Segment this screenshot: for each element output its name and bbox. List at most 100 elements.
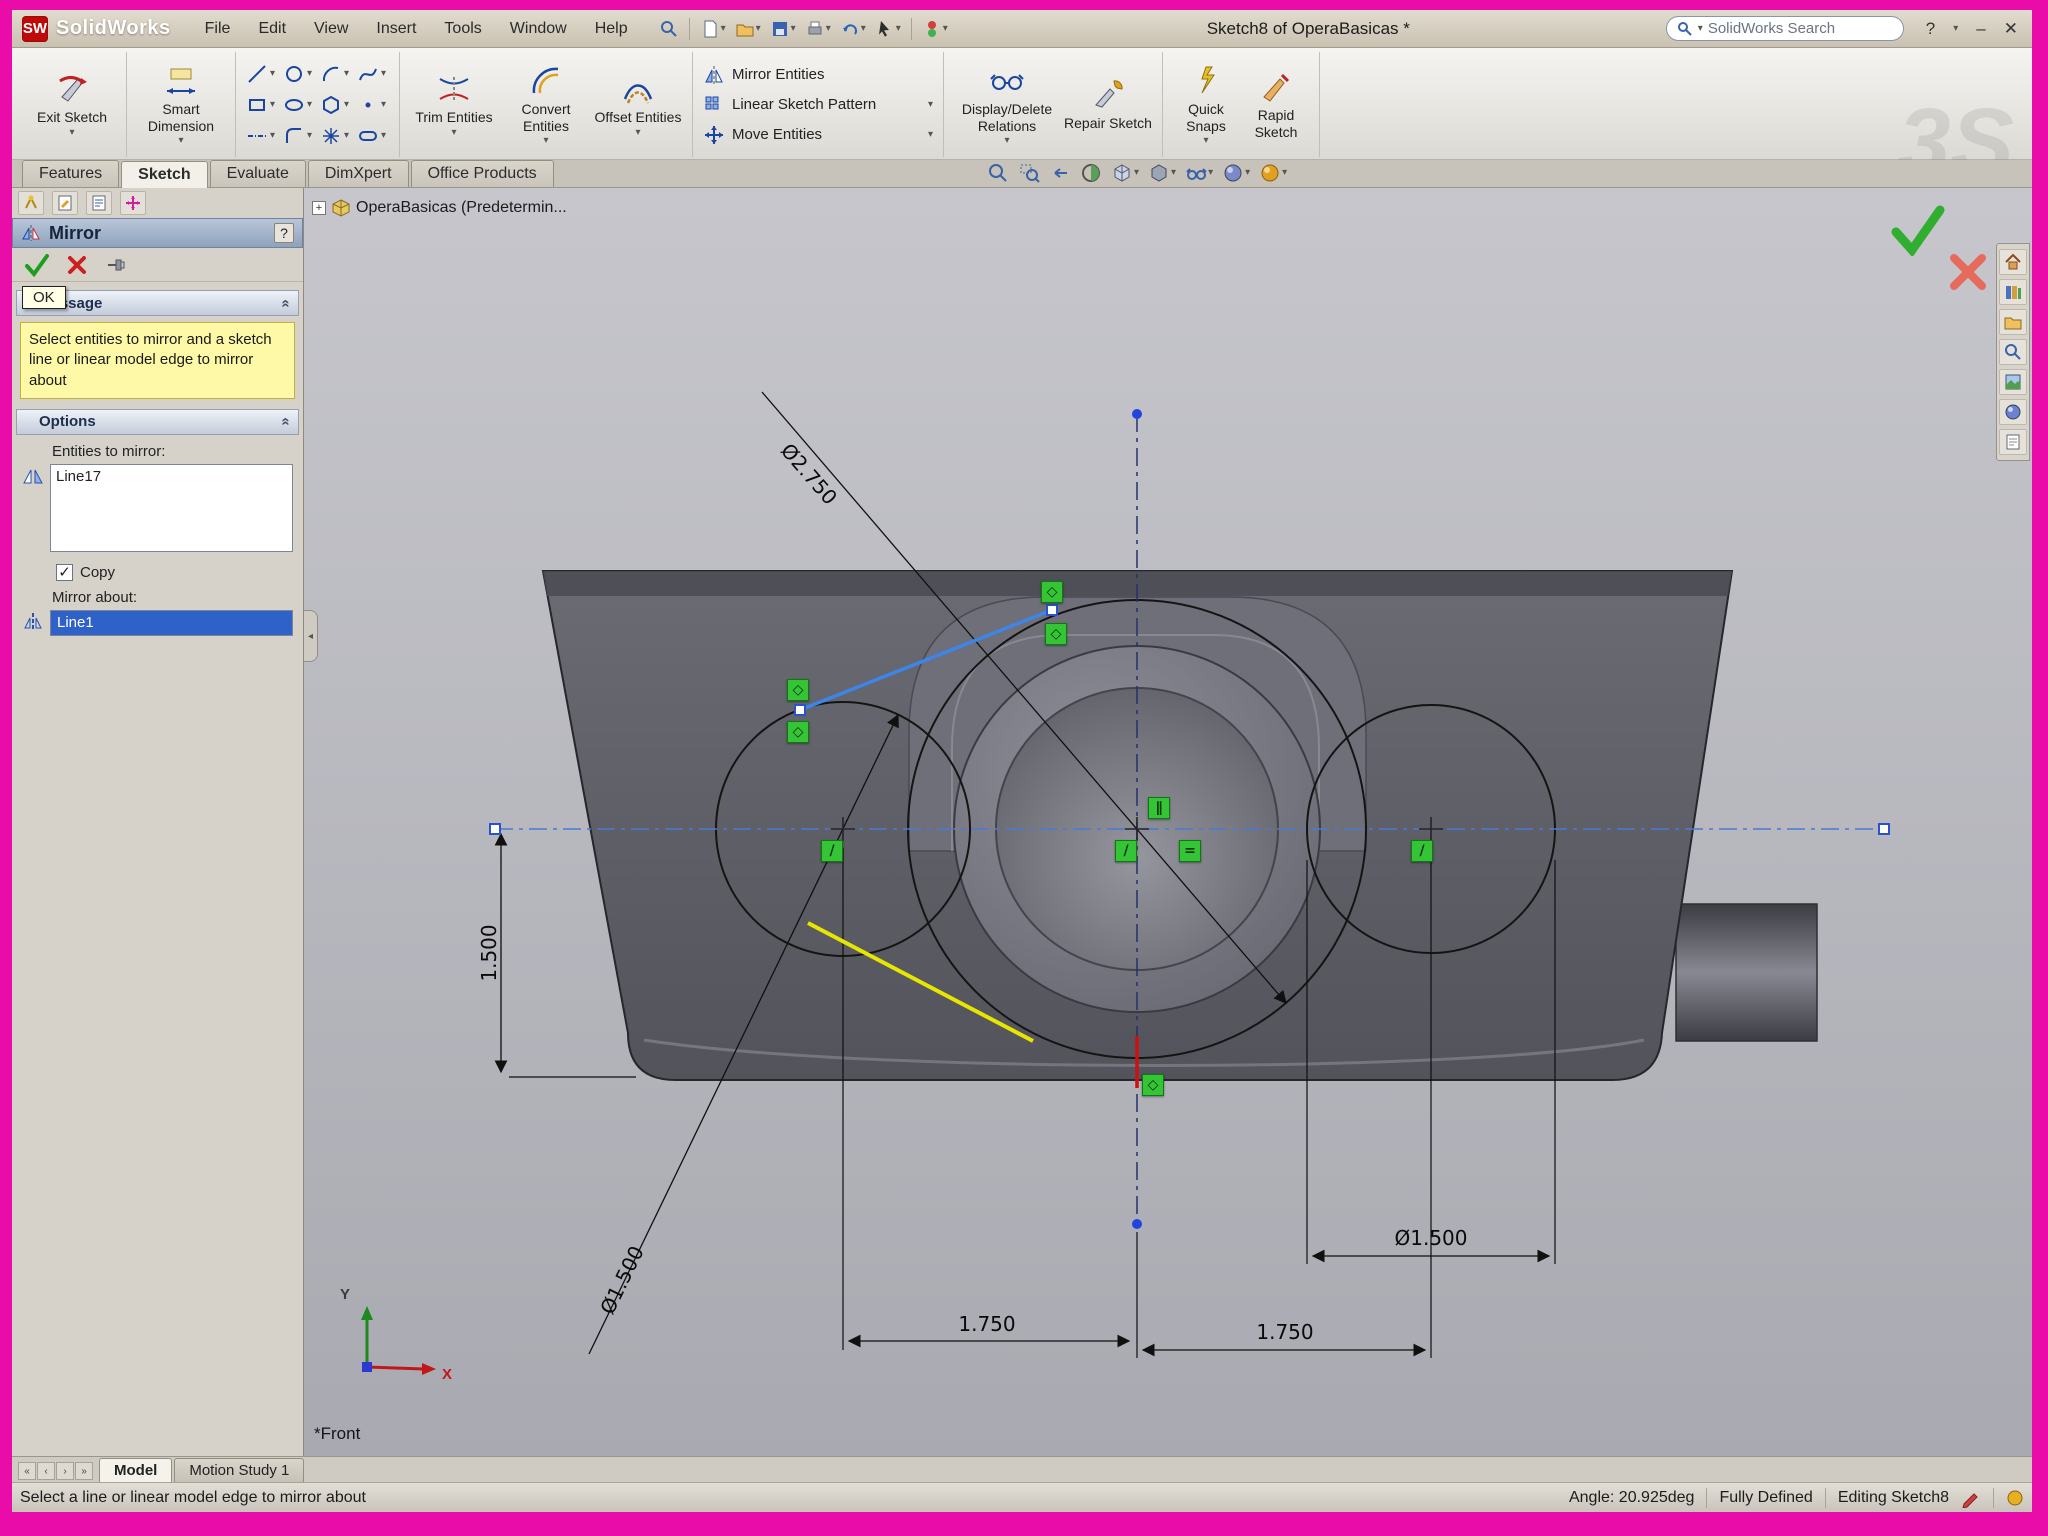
view-orientation-button[interactable]: ▾ <box>1111 162 1139 184</box>
entities-to-mirror-list[interactable]: Line17 <box>50 464 293 552</box>
edit-appearance-button[interactable]: ▾ <box>1222 162 1250 184</box>
quick-snaps-button[interactable]: Quick Snaps ▾ <box>1171 60 1241 148</box>
tab-sketch[interactable]: Sketch <box>121 161 207 188</box>
menu-tools[interactable]: Tools <box>432 17 493 41</box>
line-tool[interactable]: ▾ <box>244 63 280 85</box>
resources-home-icon[interactable] <box>1999 249 2027 275</box>
help-caret-icon[interactable]: ▾ <box>1949 24 1962 34</box>
open-document-button[interactable]: ▾ <box>732 17 764 41</box>
collapse-icon[interactable]: « <box>277 418 294 426</box>
relation-icon-coincident-right[interactable]: / <box>1411 840 1433 862</box>
undo-button[interactable]: ▾ <box>837 17 869 41</box>
fillet-tool[interactable]: ▾ <box>281 125 317 147</box>
linear-sketch-pattern-button[interactable]: Linear Sketch Pattern ▾ <box>701 93 935 117</box>
display-delete-relations-button[interactable]: Display/Delete Relations ▾ <box>952 60 1062 148</box>
relation-icon-coincident-left[interactable]: / <box>821 840 843 862</box>
relation-icon-vertical[interactable]: ∥ <box>1148 797 1170 819</box>
relation-icon-mirror-4[interactable]: ◇ <box>787 721 809 743</box>
smart-dimension-button[interactable]: Smart Dimension ▾ <box>135 60 227 148</box>
relation-icon-mirror-3[interactable]: ◇ <box>787 679 809 701</box>
trim-entities-button[interactable]: Trim Entities ▾ <box>408 68 500 140</box>
tab-features[interactable]: Features <box>22 160 119 187</box>
part-name[interactable]: OperaBasicas (Predetermin... <box>356 199 567 217</box>
rebuild-button[interactable]: ▾ <box>919 17 951 41</box>
design-library-icon[interactable] <box>1999 279 2027 305</box>
tab-scroll-prev[interactable]: ‹ <box>37 1462 55 1480</box>
options-section-header[interactable]: Options « <box>16 409 299 435</box>
relation-icon-mirror-2[interactable]: ◇ <box>1045 623 1067 645</box>
dimension-vertical-1500[interactable]: 1.500 <box>477 924 501 981</box>
tab-scroll-last[interactable]: » <box>75 1462 93 1480</box>
panel-splitter-handle[interactable]: ◂ <box>304 610 318 662</box>
mirror-about-field[interactable]: Line1 <box>50 610 293 636</box>
save-button[interactable]: ▾ <box>767 17 799 41</box>
relation-icon-mirror-1[interactable]: ◇ <box>1041 581 1063 603</box>
offset-entities-button[interactable]: Offset Entities ▾ <box>592 68 684 140</box>
search-input[interactable]: ▾ SolidWorks Search <box>1666 16 1904 41</box>
relation-icon-coincident-center[interactable]: / <box>1115 840 1137 862</box>
menu-help[interactable]: Help <box>583 17 640 41</box>
list-item[interactable]: Line17 <box>56 468 287 485</box>
relation-icon-mirror-5[interactable]: ◇ <box>1142 1074 1164 1096</box>
dimxpertmanager-tab[interactable] <box>120 191 146 215</box>
pin-button[interactable] <box>104 254 128 276</box>
menu-insert[interactable]: Insert <box>364 17 428 41</box>
arc-tool[interactable]: ▾ <box>318 63 354 85</box>
convert-entities-button[interactable]: Convert Entities ▾ <box>500 60 592 148</box>
search-caret-icon[interactable]: ▾ <box>1698 24 1703 34</box>
new-document-button[interactable]: ▾ <box>697 17 729 41</box>
ok-button[interactable] <box>24 253 50 277</box>
close-button[interactable]: ✕ <box>2000 19 2022 39</box>
cancel-button[interactable] <box>66 254 88 276</box>
help-button[interactable]: ? <box>1922 19 1939 39</box>
mirror-entities-button[interactable]: Mirror Entities <box>701 63 935 87</box>
construction-point-tool[interactable]: ▾ <box>318 125 354 147</box>
hide-show-items-button[interactable]: ▾ <box>1185 162 1213 184</box>
tree-expand-icon[interactable]: + <box>312 201 326 215</box>
dimension-1750-left[interactable]: 1.750 <box>958 1312 1015 1336</box>
featuremanager-tab[interactable] <box>18 191 44 215</box>
rapid-sketch-button[interactable]: Rapid Sketch <box>1241 66 1311 142</box>
tab-scroll-first[interactable]: « <box>18 1462 36 1480</box>
search-pane-icon[interactable] <box>1999 339 2027 365</box>
confirm-ok-icon[interactable] <box>1890 204 1946 256</box>
menu-window[interactable]: Window <box>498 17 579 41</box>
configurationmanager-tab[interactable] <box>86 191 112 215</box>
zoom-fit-button[interactable] <box>987 162 1009 184</box>
menu-file[interactable]: File <box>193 17 243 41</box>
zoom-area-button[interactable] <box>1018 162 1040 184</box>
point-tool[interactable]: ▾ <box>355 94 391 116</box>
menu-edit[interactable]: Edit <box>246 17 298 41</box>
minimize-button[interactable]: – <box>1972 19 1989 39</box>
apply-scene-button[interactable]: ▾ <box>1259 162 1287 184</box>
file-explorer-icon[interactable] <box>1999 309 2027 335</box>
spline-tool[interactable]: ▾ <box>355 63 391 85</box>
search-selection-icon[interactable] <box>656 17 682 41</box>
panel-help-button[interactable]: ? <box>274 223 294 243</box>
relation-icon-equal[interactable]: = <box>1179 840 1201 862</box>
section-view-button[interactable] <box>1080 162 1102 184</box>
dimension-1750-right[interactable]: 1.750 <box>1256 1320 1313 1344</box>
confirm-cancel-icon[interactable] <box>1946 250 1990 294</box>
select-cursor-button[interactable]: ▾ <box>872 17 904 41</box>
dimension-diameter-1500-right[interactable]: Ø1.500 <box>1395 1226 1468 1250</box>
tab-dimxpert[interactable]: DimXpert <box>308 160 409 187</box>
circle-tool[interactable]: ▾ <box>281 63 317 85</box>
graphics-viewport[interactable]: + OperaBasicas (Predetermin... Ø2.750 1.… <box>304 188 2032 1456</box>
appearances-scenes-icon[interactable] <box>1999 399 2027 425</box>
tab-model[interactable]: Model <box>99 1458 172 1482</box>
repair-sketch-button[interactable]: Repair Sketch <box>1062 74 1154 134</box>
custom-properties-icon[interactable] <box>1999 429 2027 455</box>
propertymanager-tab[interactable] <box>52 191 78 215</box>
move-entities-button[interactable]: Move Entities ▾ <box>701 123 935 147</box>
copy-checkbox[interactable]: ✓ <box>56 564 73 581</box>
display-style-button[interactable]: ▾ <box>1148 162 1176 184</box>
print-button[interactable]: ▾ <box>802 17 834 41</box>
view-palette-icon[interactable] <box>1999 369 2027 395</box>
tab-scroll-next[interactable]: › <box>56 1462 74 1480</box>
mirror-about-value[interactable]: Line1 <box>51 611 292 635</box>
polygon-tool[interactable]: ▾ <box>318 94 354 116</box>
tab-evaluate[interactable]: Evaluate <box>210 160 306 187</box>
rectangle-tool[interactable]: ▾ <box>244 94 280 116</box>
centerline-tool[interactable]: ▾ <box>244 125 280 147</box>
